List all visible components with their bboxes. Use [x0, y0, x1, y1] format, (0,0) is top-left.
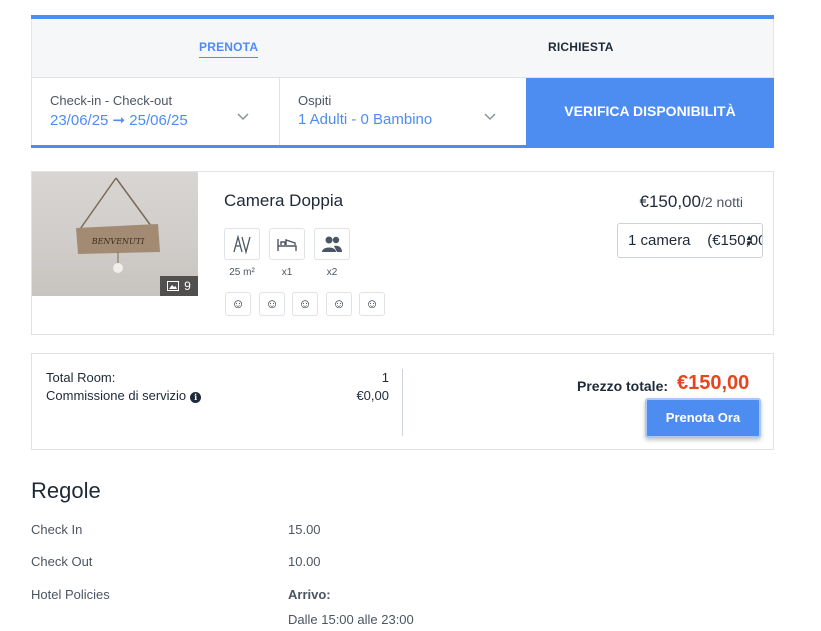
- hotel-policies-label: Hotel Policies: [31, 587, 110, 602]
- book-now-button[interactable]: Prenota Ora: [645, 398, 761, 438]
- area-label: 25 m²: [229, 267, 255, 278]
- total-price-amount: €150,00: [677, 372, 750, 394]
- amenity-smile-icon: ☺: [225, 292, 251, 316]
- amenity-smile-icon: ☺: [326, 292, 352, 316]
- booking-widget: PRENOTA RICHIESTA Check-in - Check-out 2…: [31, 15, 774, 148]
- service-fee-value: €0,00: [356, 388, 389, 403]
- dates-field[interactable]: Check-in - Check-out 23/06/25 ➞ 25/06/25: [31, 78, 279, 145]
- rules-title: Regole: [31, 478, 101, 503]
- room-price-amount: €150,00: [639, 192, 701, 211]
- chevron-down-icon: [237, 113, 249, 121]
- chevron-down-icon: [484, 113, 496, 121]
- check-in-value: 15.00: [288, 522, 321, 537]
- info-icon[interactable]: i: [190, 392, 202, 403]
- guests-icon: [314, 228, 350, 260]
- total-room-value: 1: [381, 370, 389, 385]
- search-row: Check-in - Check-out 23/06/25 ➞ 25/06/25…: [31, 77, 774, 148]
- total-room-label: Total Room:: [46, 370, 116, 385]
- policies-text: Dalle 15:00 alle 23:00: [288, 612, 414, 627]
- amenity-smile-icon: ☺: [292, 292, 318, 316]
- tab-prenota[interactable]: PRENOTA: [199, 40, 259, 58]
- booking-tabs: PRENOTA RICHIESTA: [31, 19, 774, 77]
- room-photo[interactable]: BENVENUTI 9: [32, 172, 198, 296]
- room-card: BENVENUTI 9 Camera Doppia 25 m² x1 x2 ☺ …: [31, 171, 774, 335]
- room-price: €150,00/2 notti: [640, 192, 743, 212]
- room-price-period: /2 notti: [700, 194, 743, 210]
- guests-label: Ospiti: [298, 93, 332, 108]
- room-quantity-select[interactable]: 1 camera (€150,00) ▲ ▼: [617, 223, 763, 258]
- guests-value: 1 Adulti - 0 Bambino: [298, 111, 433, 128]
- service-fee-label: Commissione di servizio: [46, 388, 187, 403]
- guest-count-label: x2: [326, 267, 338, 278]
- bed-count-label: x1: [281, 267, 293, 278]
- photo-count-badge: 9: [160, 276, 198, 296]
- dates-value: 23/06/25 ➞ 25/06/25: [50, 112, 188, 129]
- area-icon: [224, 228, 260, 260]
- amenity-smile-icon: ☺: [359, 292, 385, 316]
- select-arrows-icon: ▲ ▼: [745, 233, 753, 248]
- photo-count: 9: [184, 279, 191, 293]
- bed-icon: [269, 228, 305, 260]
- verify-availability-button[interactable]: VERIFICA DISPONIBILITÀ: [526, 78, 774, 145]
- svg-text:BENVENUTI: BENVENUTI: [91, 237, 145, 246]
- guests-field[interactable]: Ospiti 1 Adulti - 0 Bambino: [279, 78, 526, 145]
- check-out-value: 10.00: [288, 554, 321, 569]
- summary-divider: [402, 369, 403, 436]
- dates-label: Check-in - Check-out: [50, 93, 173, 108]
- check-in-label: Check In: [31, 522, 83, 537]
- total-price-label: Prezzo totale:: [577, 378, 669, 394]
- booking-summary: Total Room: 1 Commissione di servizio i €…: [31, 353, 774, 450]
- tab-richiesta[interactable]: RICHIESTA: [548, 40, 614, 54]
- policies-heading: Arrivo:: [288, 587, 331, 602]
- service-fee-row: Commissione di servizio i: [46, 388, 202, 403]
- image-icon: [167, 281, 180, 291]
- room-select-value: 1 camera (€150,00): [628, 232, 763, 249]
- check-out-label: Check Out: [31, 554, 93, 569]
- amenity-smile-icon: ☺: [259, 292, 285, 316]
- room-name[interactable]: Camera Doppia: [224, 191, 343, 211]
